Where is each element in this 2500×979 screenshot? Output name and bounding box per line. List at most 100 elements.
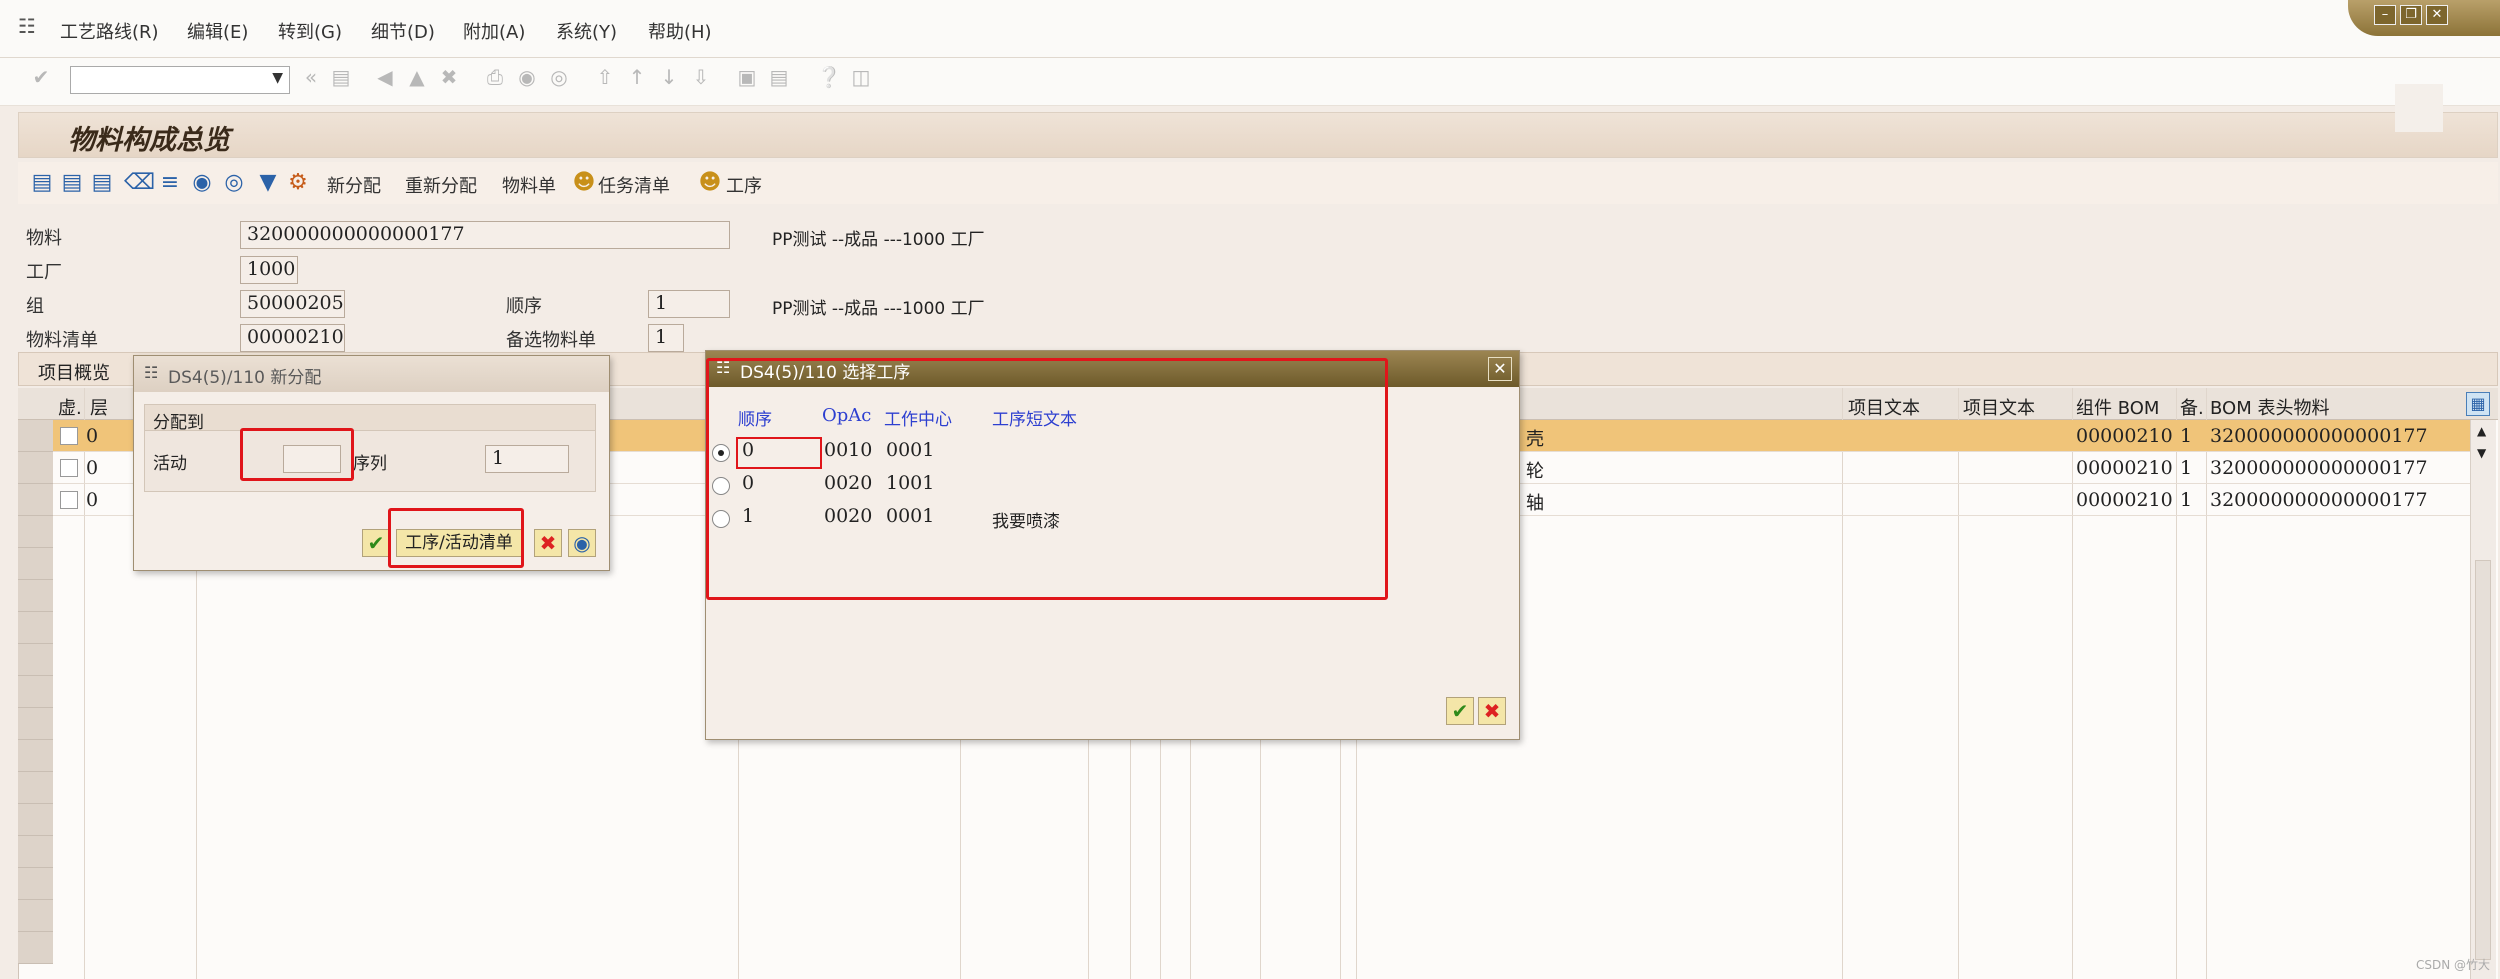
- back-arrows-icon[interactable]: «: [298, 64, 324, 90]
- hierarchy-icon[interactable]: ⚙: [284, 168, 312, 198]
- title-right-box: [2395, 84, 2443, 132]
- find-icon[interactable]: ◉: [188, 168, 216, 198]
- menu-icon[interactable]: ☷: [18, 14, 36, 38]
- row-selector[interactable]: [18, 644, 53, 676]
- back-icon[interactable]: ◀: [372, 64, 398, 90]
- deselect-icon[interactable]: ▤: [88, 168, 116, 198]
- cancel-icon[interactable]: ✖: [436, 64, 462, 90]
- column-settings-icon[interactable]: ▦: [2466, 392, 2490, 416]
- menu-item-help[interactable]: 帮助(H): [648, 18, 712, 44]
- row-selector[interactable]: [18, 804, 53, 836]
- page-title: 物料构成总览: [68, 125, 230, 156]
- prev-page-icon[interactable]: ↑: [624, 64, 650, 90]
- first-page-icon[interactable]: ⇧: [592, 64, 618, 90]
- sort-icon[interactable]: ≡: [156, 168, 184, 198]
- row-alt: 1: [2180, 457, 2193, 479]
- material-field[interactable]: 320000000000000177: [240, 221, 730, 249]
- col-alt[interactable]: 备.: [2180, 394, 2204, 420]
- bom-field[interactable]: 00000210: [240, 324, 345, 352]
- row-selector[interactable]: [18, 708, 53, 740]
- menu-item-extras[interactable]: 附加(A): [463, 18, 525, 44]
- alt-bom-field[interactable]: 1: [648, 324, 684, 352]
- exit-icon[interactable]: ▲: [404, 64, 430, 90]
- row-selector[interactable]: [18, 420, 53, 452]
- row-selector[interactable]: [18, 772, 53, 804]
- row-selector[interactable]: [18, 484, 53, 516]
- filter-icon[interactable]: ▼: [254, 168, 282, 198]
- row-selector[interactable]: [18, 516, 53, 548]
- tab-item-overview[interactable]: 项目概览: [38, 359, 110, 385]
- task-list-icon[interactable]: ☻: [570, 168, 598, 198]
- row-selector[interactable]: [18, 580, 53, 612]
- sequence-field[interactable]: 1: [485, 445, 569, 473]
- confirm-button[interactable]: ✔: [362, 529, 390, 557]
- scroll-up-icon[interactable]: ▲: [2477, 424, 2486, 438]
- row-selector[interactable]: [18, 452, 53, 484]
- confirm-button[interactable]: ✔: [1446, 697, 1474, 725]
- cancel-button[interactable]: ✖: [534, 529, 562, 557]
- cancel-button[interactable]: ✖: [1478, 697, 1506, 725]
- command-field[interactable]: ▼: [70, 66, 290, 94]
- close-icon[interactable]: ✕: [1488, 357, 1512, 381]
- col-item-text-2[interactable]: 项目文本: [1963, 394, 2035, 420]
- close-icon[interactable]: ✕: [2426, 5, 2448, 25]
- row-selector[interactable]: [18, 900, 53, 932]
- col-virtual[interactable]: 虚.: [58, 394, 82, 420]
- help-icon[interactable]: ❔: [816, 64, 842, 90]
- row-selector[interactable]: [18, 868, 53, 900]
- menu-item-system[interactable]: 系统(Y): [556, 18, 617, 44]
- task-list-button[interactable]: 任务清单: [598, 172, 670, 198]
- row-checkbox[interactable]: [60, 459, 78, 477]
- find-next-icon[interactable]: ◎: [220, 168, 248, 198]
- minimize-icon[interactable]: –: [2374, 5, 2396, 25]
- col-item-text-1[interactable]: 项目文本: [1848, 394, 1920, 420]
- row-selector[interactable]: [18, 548, 53, 580]
- menu-item-edit[interactable]: 编辑(E): [187, 18, 248, 44]
- find-button[interactable]: ◉: [568, 529, 596, 557]
- operation-button[interactable]: 工序: [726, 172, 762, 198]
- shortcut-icon[interactable]: ▤: [766, 64, 792, 90]
- vertical-scrollbar[interactable]: ▲ ▼: [2470, 420, 2496, 979]
- menu-item-goto[interactable]: 转到(G): [278, 18, 342, 44]
- assign-dialog-title: DS4(5)/110 新分配: [168, 368, 322, 388]
- print-icon[interactable]: ⎙: [482, 64, 508, 90]
- find-icon[interactable]: ◉: [514, 64, 540, 90]
- menu-bar: ☷ 工艺路线(R) 编辑(E) 转到(G) 细节(D) 附加(A) 系统(Y) …: [0, 0, 2500, 58]
- row-selector[interactable]: [18, 836, 53, 868]
- scroll-down-icon[interactable]: ▼: [2477, 446, 2486, 460]
- menu-item-routing[interactable]: 工艺路线(R): [60, 18, 159, 44]
- row-selector[interactable]: [18, 932, 53, 964]
- new-session-icon[interactable]: ▣: [734, 64, 760, 90]
- group-field[interactable]: 50000205: [240, 290, 345, 318]
- col-component-bom[interactable]: 组件 BOM: [2076, 394, 2159, 420]
- row-selector[interactable]: [18, 676, 53, 708]
- find-next-icon[interactable]: ◎: [546, 64, 572, 90]
- next-page-icon[interactable]: ↓: [656, 64, 682, 90]
- enter-icon[interactable]: ✔: [28, 64, 54, 90]
- chevron-down-icon[interactable]: ▼: [272, 70, 283, 86]
- layout-icon[interactable]: ◫: [848, 64, 874, 90]
- bom-button[interactable]: 物料单: [502, 172, 556, 198]
- row-header-material: 320000000000000177: [2210, 425, 2428, 447]
- new-assign-button[interactable]: 新分配: [327, 172, 381, 198]
- details-icon[interactable]: ▤: [28, 168, 56, 198]
- highlight-operation-table: [706, 358, 1388, 600]
- menu-item-details[interactable]: 细节(D): [371, 18, 435, 44]
- row-checkbox[interactable]: [60, 427, 78, 445]
- scroll-thumb[interactable]: [2475, 560, 2491, 960]
- row-selector[interactable]: [18, 612, 53, 644]
- col-bom-header-material[interactable]: BOM 表头物料: [2210, 394, 2329, 420]
- sequence-field[interactable]: 1: [648, 290, 730, 318]
- col-level[interactable]: 层: [90, 394, 108, 420]
- row-selector[interactable]: [18, 740, 53, 772]
- select-icon[interactable]: ▤: [58, 168, 86, 198]
- save-icon[interactable]: ▤: [328, 64, 354, 90]
- last-page-icon[interactable]: ⇩: [688, 64, 714, 90]
- reassign-button[interactable]: 重新分配: [405, 172, 477, 198]
- application-toolbar: [18, 162, 2498, 204]
- restore-icon[interactable]: ❐: [2400, 5, 2422, 25]
- delete-icon[interactable]: ⌫: [124, 168, 155, 198]
- operation-icon[interactable]: ☻: [696, 168, 724, 198]
- row-checkbox[interactable]: [60, 491, 78, 509]
- plant-field[interactable]: 1000: [240, 256, 298, 284]
